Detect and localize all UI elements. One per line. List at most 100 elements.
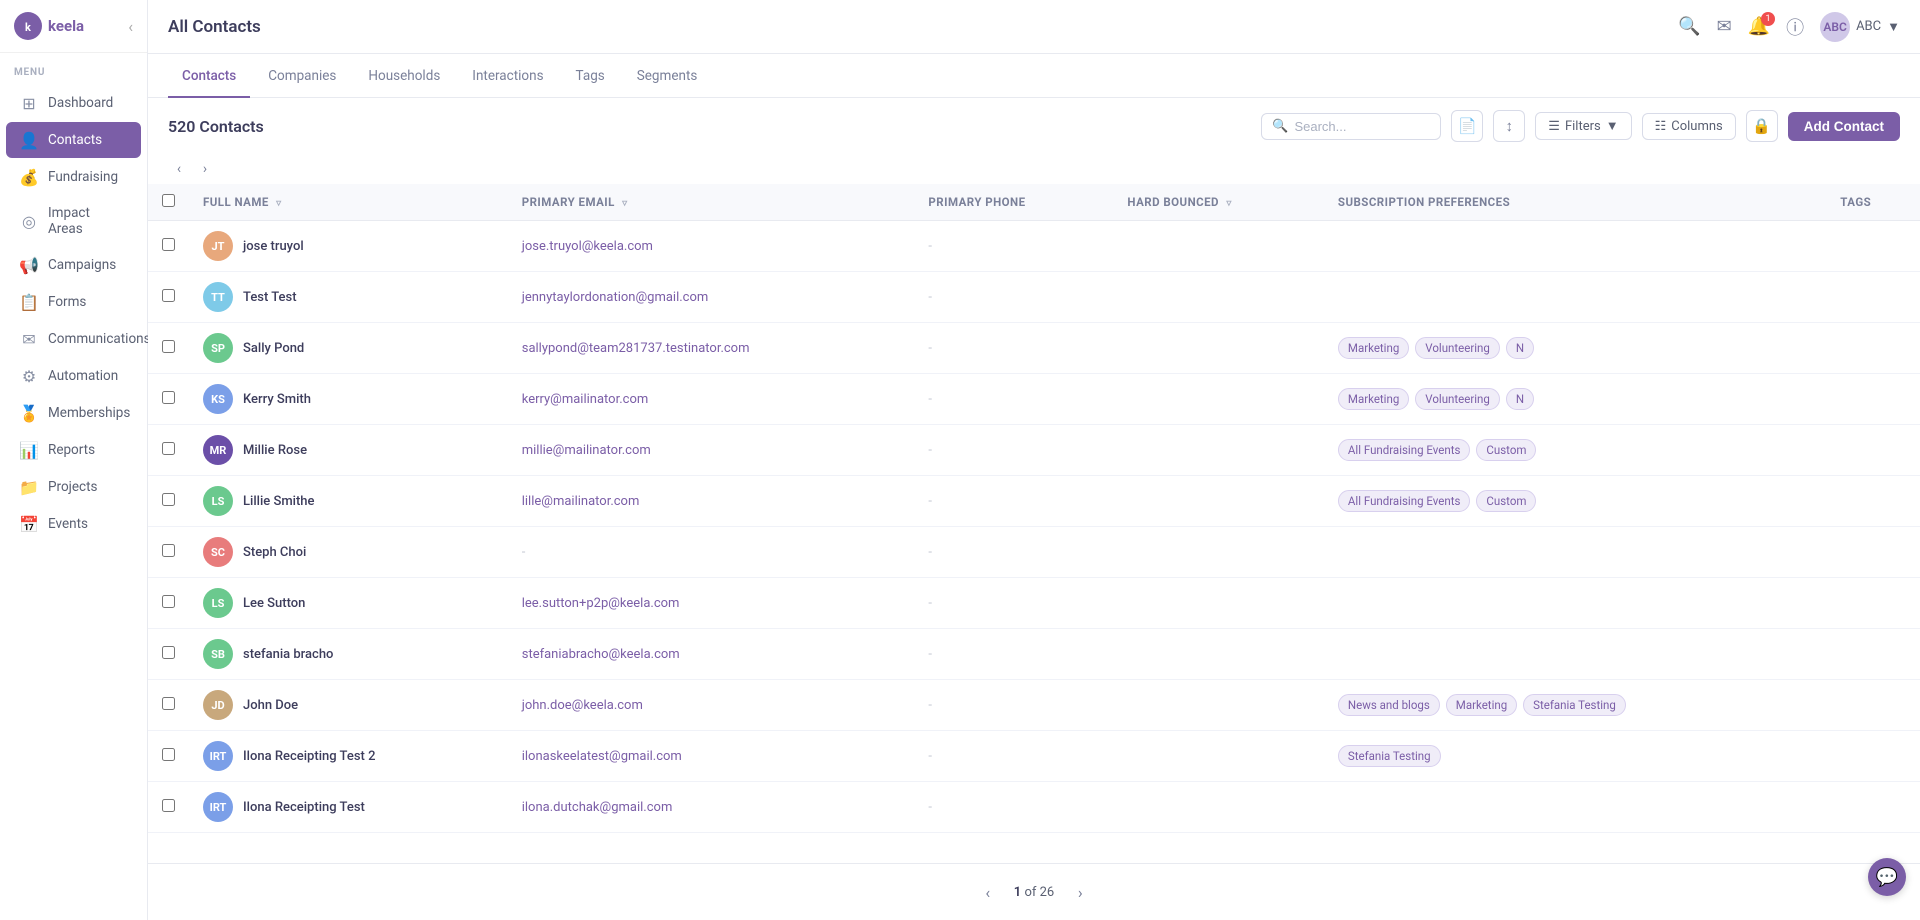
name-cell[interactable]: SB stefania bracho	[189, 629, 508, 680]
user-menu[interactable]: ABC ABC ▼	[1820, 12, 1900, 42]
search-input[interactable]	[1294, 119, 1430, 134]
row-checkbox[interactable]	[162, 646, 175, 659]
contact-email[interactable]: jose.truyol@keela.com	[522, 239, 653, 254]
select-all-header[interactable]	[148, 184, 189, 221]
row-checkbox-cell[interactable]	[148, 629, 189, 680]
email-cell[interactable]: millie@mailinator.com	[508, 425, 915, 476]
row-checkbox[interactable]	[162, 340, 175, 353]
sidebar-item-fundraising[interactable]: 💰 Fundraising	[6, 159, 141, 195]
sidebar-item-automation[interactable]: ⚙ Automation	[6, 358, 141, 394]
contact-email[interactable]: kerry@mailinator.com	[522, 392, 649, 407]
chat-button[interactable]: 💬	[1868, 858, 1906, 896]
prev-page-button[interactable]: ‹	[974, 878, 1002, 906]
nav-back-arrow[interactable]: ‹	[168, 158, 190, 180]
row-checkbox[interactable]	[162, 595, 175, 608]
tab-households[interactable]: Households	[354, 54, 454, 98]
row-checkbox[interactable]	[162, 493, 175, 506]
search-icon[interactable]: 🔍	[1678, 16, 1700, 37]
contact-email[interactable]: ilonaskeelatest@gmail.com	[522, 749, 682, 764]
email-cell[interactable]: john.doe@keela.com	[508, 680, 915, 731]
row-checkbox[interactable]	[162, 442, 175, 455]
contact-email[interactable]: stefaniabracho@keela.com	[522, 647, 680, 662]
add-contact-button[interactable]: Add Contact	[1788, 112, 1900, 141]
sidebar-item-events[interactable]: 📅 Events	[6, 506, 141, 542]
mail-icon[interactable]: ✉	[1717, 16, 1732, 37]
sidebar-item-projects[interactable]: 📁 Projects	[6, 469, 141, 505]
email-sort-icon[interactable]: ▿	[622, 198, 627, 209]
next-page-button[interactable]: ›	[1066, 878, 1094, 906]
row-checkbox-cell[interactable]	[148, 221, 189, 272]
row-checkbox-cell[interactable]	[148, 680, 189, 731]
email-cell[interactable]: jose.truyol@keela.com	[508, 221, 915, 272]
contact-email[interactable]: jennytaylordonation@gmail.com	[522, 290, 709, 305]
lock-button[interactable]: 🔒	[1746, 110, 1778, 142]
row-checkbox-cell[interactable]	[148, 374, 189, 425]
email-cell[interactable]: ilona.dutchak@gmail.com	[508, 782, 915, 833]
row-checkbox-cell[interactable]	[148, 323, 189, 374]
logo[interactable]: k keela	[14, 12, 84, 40]
email-cell[interactable]: stefaniabracho@keela.com	[508, 629, 915, 680]
contact-email[interactable]: lee.sutton+p2p@keela.com	[522, 596, 680, 611]
search-box[interactable]: 🔍	[1261, 113, 1441, 140]
row-checkbox[interactable]	[162, 799, 175, 812]
email-cell[interactable]: kerry@mailinator.com	[508, 374, 915, 425]
row-checkbox-cell[interactable]	[148, 782, 189, 833]
row-checkbox-cell[interactable]	[148, 527, 189, 578]
email-cell[interactable]: sallypond@team281737.testinator.com	[508, 323, 915, 374]
row-checkbox[interactable]	[162, 748, 175, 761]
email-cell[interactable]: lee.sutton+p2p@keela.com	[508, 578, 915, 629]
name-cell[interactable]: LS Lee Sutton	[189, 578, 508, 629]
sidebar-item-reports[interactable]: 📊 Reports	[6, 432, 141, 468]
email-cell[interactable]: lille@mailinator.com	[508, 476, 915, 527]
contact-email[interactable]: lille@mailinator.com	[522, 494, 640, 509]
name-cell[interactable]: JD John Doe	[189, 680, 508, 731]
select-all-checkbox[interactable]	[162, 194, 175, 207]
row-checkbox[interactable]	[162, 697, 175, 710]
row-checkbox-cell[interactable]	[148, 272, 189, 323]
email-cell[interactable]: ilonaskeelatest@gmail.com	[508, 731, 915, 782]
row-checkbox-cell[interactable]	[148, 425, 189, 476]
filters-button[interactable]: ☰ Filters ▼	[1535, 112, 1631, 140]
tab-interactions[interactable]: Interactions	[458, 54, 557, 98]
tab-tags[interactable]: Tags	[562, 54, 619, 98]
row-checkbox-cell[interactable]	[148, 731, 189, 782]
sidebar-item-communications[interactable]: ✉ Communications	[6, 321, 141, 357]
sidebar-item-impact-areas[interactable]: ◎ Impact Areas	[6, 196, 141, 246]
row-checkbox-cell[interactable]	[148, 578, 189, 629]
name-cell[interactable]: JT jose truyol	[189, 221, 508, 272]
row-checkbox[interactable]	[162, 391, 175, 404]
sidebar-item-contacts[interactable]: 👤 Contacts	[6, 122, 141, 158]
name-cell[interactable]: TT Test Test	[189, 272, 508, 323]
name-cell[interactable]: LS Lillie Smithe	[189, 476, 508, 527]
contact-email[interactable]: ilona.dutchak@gmail.com	[522, 800, 673, 815]
row-checkbox-cell[interactable]	[148, 476, 189, 527]
tab-contacts[interactable]: Contacts	[168, 54, 250, 98]
name-cell[interactable]: KS Kerry Smith	[189, 374, 508, 425]
name-cell[interactable]: IRT Ilona Receipting Test 2	[189, 731, 508, 782]
row-checkbox[interactable]	[162, 289, 175, 302]
export-button[interactable]: 📄	[1451, 110, 1483, 142]
row-checkbox[interactable]	[162, 544, 175, 557]
name-cell[interactable]: IRT Ilona Receipting Test	[189, 782, 508, 833]
sidebar-item-campaigns[interactable]: 📢 Campaigns	[6, 247, 141, 283]
adjust-columns-button[interactable]: ↕	[1493, 110, 1525, 142]
name-cell[interactable]: SC Steph Choi	[189, 527, 508, 578]
nav-forward-arrow[interactable]: ›	[194, 158, 216, 180]
contact-email[interactable]: john.doe@keela.com	[522, 698, 643, 713]
sidebar-item-dashboard[interactable]: ⊞ Dashboard	[6, 85, 141, 121]
fullname-sort-icon[interactable]: ▿	[276, 198, 281, 209]
tab-companies[interactable]: Companies	[254, 54, 350, 98]
contact-email[interactable]: sallypond@team281737.testinator.com	[522, 341, 750, 356]
help-icon[interactable]: ⓘ	[1786, 14, 1804, 40]
sidebar-item-memberships[interactable]: 🏅 Memberships	[6, 395, 141, 431]
contact-email[interactable]: millie@mailinator.com	[522, 443, 651, 458]
columns-button[interactable]: ☷ Columns	[1642, 113, 1736, 140]
email-cell[interactable]: jennytaylordonation@gmail.com	[508, 272, 915, 323]
row-checkbox[interactable]	[162, 238, 175, 251]
hard-bounced-sort-icon[interactable]: ▿	[1226, 198, 1231, 209]
notifications-icon[interactable]: 🔔 1	[1748, 16, 1770, 37]
name-cell[interactable]: MR Millie Rose	[189, 425, 508, 476]
name-cell[interactable]: SP Sally Pond	[189, 323, 508, 374]
sidebar-collapse-button[interactable]: ‹	[128, 17, 133, 36]
sidebar-item-forms[interactable]: 📋 Forms	[6, 284, 141, 320]
